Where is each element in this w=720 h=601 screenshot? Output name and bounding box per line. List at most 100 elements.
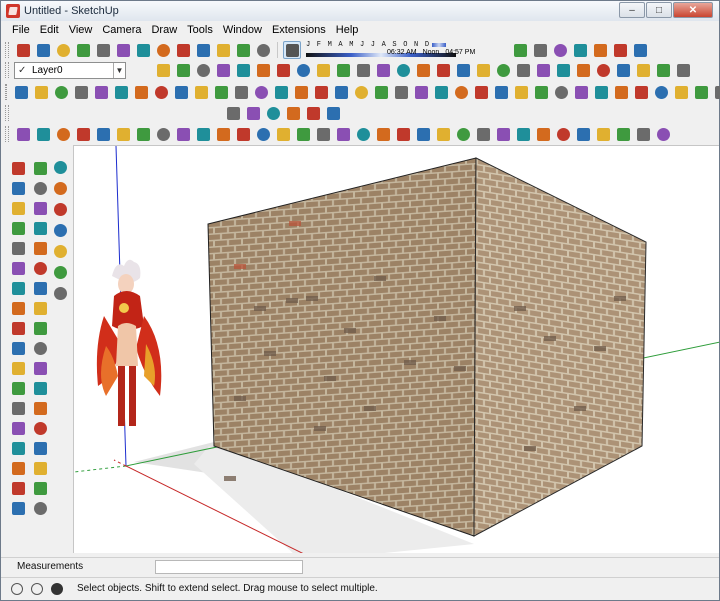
selection-tool-10-button[interactable]	[194, 125, 212, 143]
draw-tool-9-button[interactable]	[172, 83, 190, 101]
large-tool-b-17-button[interactable]	[31, 479, 49, 497]
draw-tool-5-button[interactable]	[92, 83, 110, 101]
camera-view-5-button[interactable]	[304, 104, 322, 122]
edit-tool-12-button[interactable]	[374, 61, 392, 79]
large-tool-b-9-button[interactable]	[31, 319, 49, 337]
draw-tool-17-button[interactable]	[332, 83, 350, 101]
toolbar-grip[interactable]	[5, 42, 9, 58]
style-tool-1-button[interactable]	[51, 158, 69, 176]
edit-tool-19-button[interactable]	[514, 61, 532, 79]
selection-tool-9-button[interactable]	[174, 125, 192, 143]
draw-tool-30-button[interactable]	[592, 83, 610, 101]
selection-tool-26-button[interactable]	[514, 125, 532, 143]
large-tool-a-16-button[interactable]	[9, 459, 27, 477]
large-tool-a-8-button[interactable]	[9, 299, 27, 317]
edit-tool-27-button[interactable]	[674, 61, 692, 79]
edit-tool-25-button[interactable]	[634, 61, 652, 79]
selection-tool-15-button[interactable]	[294, 125, 312, 143]
chevron-down-icon[interactable]: ▼	[113, 62, 125, 78]
selection-tool-16-button[interactable]	[314, 125, 332, 143]
draw-tool-2-button[interactable]	[32, 83, 50, 101]
view-tool-1-button[interactable]	[511, 41, 529, 59]
selection-tool-30-button[interactable]	[594, 125, 612, 143]
model-canvas[interactable]	[74, 146, 719, 553]
menu-draw[interactable]: Draw	[146, 24, 182, 36]
large-tool-b-11-button[interactable]	[31, 359, 49, 377]
selection-tool-11-button[interactable]	[214, 125, 232, 143]
style-tool-2-button[interactable]	[51, 179, 69, 197]
draw-tool-18-button[interactable]	[352, 83, 370, 101]
selection-tool-13-button[interactable]	[254, 125, 272, 143]
large-tool-a-1-button[interactable]	[9, 159, 27, 177]
menu-edit[interactable]: Edit	[35, 24, 64, 36]
menu-extensions[interactable]: Extensions	[267, 24, 331, 36]
selection-tool-27-button[interactable]	[534, 125, 552, 143]
edit-tool-13-button[interactable]	[394, 61, 412, 79]
draw-tool-12-button[interactable]	[232, 83, 250, 101]
selection-tool-8-button[interactable]	[154, 125, 172, 143]
maximize-button[interactable]: □	[646, 2, 672, 18]
large-tool-a-9-button[interactable]	[9, 319, 27, 337]
view-tool-5-button[interactable]	[591, 41, 609, 59]
draw-tool-23-button[interactable]	[452, 83, 470, 101]
drawing-area[interactable]	[73, 145, 719, 553]
draw-tool-7-button[interactable]	[132, 83, 150, 101]
standard-tool-12-button[interactable]	[234, 41, 252, 59]
selection-tool-6-button[interactable]	[114, 125, 132, 143]
draw-tool-16-button[interactable]	[312, 83, 330, 101]
view-tool-4-button[interactable]	[571, 41, 589, 59]
edit-tool-6-button[interactable]	[254, 61, 272, 79]
large-tool-b-18-button[interactable]	[31, 499, 49, 517]
standard-tool-2-button[interactable]	[34, 41, 52, 59]
selection-tool-31-button[interactable]	[614, 125, 632, 143]
edit-tool-21-button[interactable]	[554, 61, 572, 79]
character-figure[interactable]	[96, 259, 162, 426]
large-tool-a-13-button[interactable]	[9, 399, 27, 417]
edit-tool-26-button[interactable]	[654, 61, 672, 79]
draw-tool-6-button[interactable]	[112, 83, 130, 101]
view-tool-6-button[interactable]	[611, 41, 629, 59]
layer-select[interactable]: ✓ Layer0 ▼	[14, 61, 126, 79]
view-tool-7-button[interactable]	[631, 41, 649, 59]
large-tool-a-17-button[interactable]	[9, 479, 27, 497]
selection-tool-4-button[interactable]	[74, 125, 92, 143]
draw-tool-13-button[interactable]	[252, 83, 270, 101]
selection-tool-17-button[interactable]	[334, 125, 352, 143]
style-tool-5-button[interactable]	[51, 242, 69, 260]
standard-tool-10-button[interactable]	[194, 41, 212, 59]
edit-tool-10-button[interactable]	[334, 61, 352, 79]
menu-file[interactable]: File	[7, 24, 35, 36]
draw-tool-31-button[interactable]	[612, 83, 630, 101]
large-tool-a-2-button[interactable]	[9, 179, 27, 197]
edit-tool-23-button[interactable]	[594, 61, 612, 79]
sketchup-app-icon[interactable]	[6, 4, 20, 18]
menu-view[interactable]: View	[64, 24, 98, 36]
large-tool-b-1-button[interactable]	[31, 159, 49, 177]
edit-tool-2-button[interactable]	[174, 61, 192, 79]
minimize-button[interactable]: –	[619, 2, 645, 18]
large-tool-b-6-button[interactable]	[31, 259, 49, 277]
large-tool-a-7-button[interactable]	[9, 279, 27, 297]
view-tool-2-button[interactable]	[531, 41, 549, 59]
large-tool-b-15-button[interactable]	[31, 439, 49, 457]
edit-tool-7-button[interactable]	[274, 61, 292, 79]
edit-tool-8-button[interactable]	[294, 61, 312, 79]
draw-tool-14-button[interactable]	[272, 83, 290, 101]
style-tool-3-button[interactable]	[51, 200, 69, 218]
selection-tool-12-button[interactable]	[234, 125, 252, 143]
large-tool-a-11-button[interactable]	[9, 359, 27, 377]
large-tool-b-4-button[interactable]	[31, 219, 49, 237]
draw-tool-11-button[interactable]	[212, 83, 230, 101]
selection-tool-25-button[interactable]	[494, 125, 512, 143]
edit-tool-20-button[interactable]	[534, 61, 552, 79]
standard-tool-3-button[interactable]	[54, 41, 72, 59]
large-tool-a-12-button[interactable]	[9, 379, 27, 397]
large-tool-b-10-button[interactable]	[31, 339, 49, 357]
standard-tool-8-button[interactable]	[154, 41, 172, 59]
draw-tool-3-button[interactable]	[52, 83, 70, 101]
draw-tool-32-button[interactable]	[632, 83, 650, 101]
style-tool-6-button[interactable]	[51, 263, 69, 281]
camera-view-4-button[interactable]	[284, 104, 302, 122]
toolbar-grip[interactable]	[5, 84, 7, 100]
view-tool-3-button[interactable]	[551, 41, 569, 59]
